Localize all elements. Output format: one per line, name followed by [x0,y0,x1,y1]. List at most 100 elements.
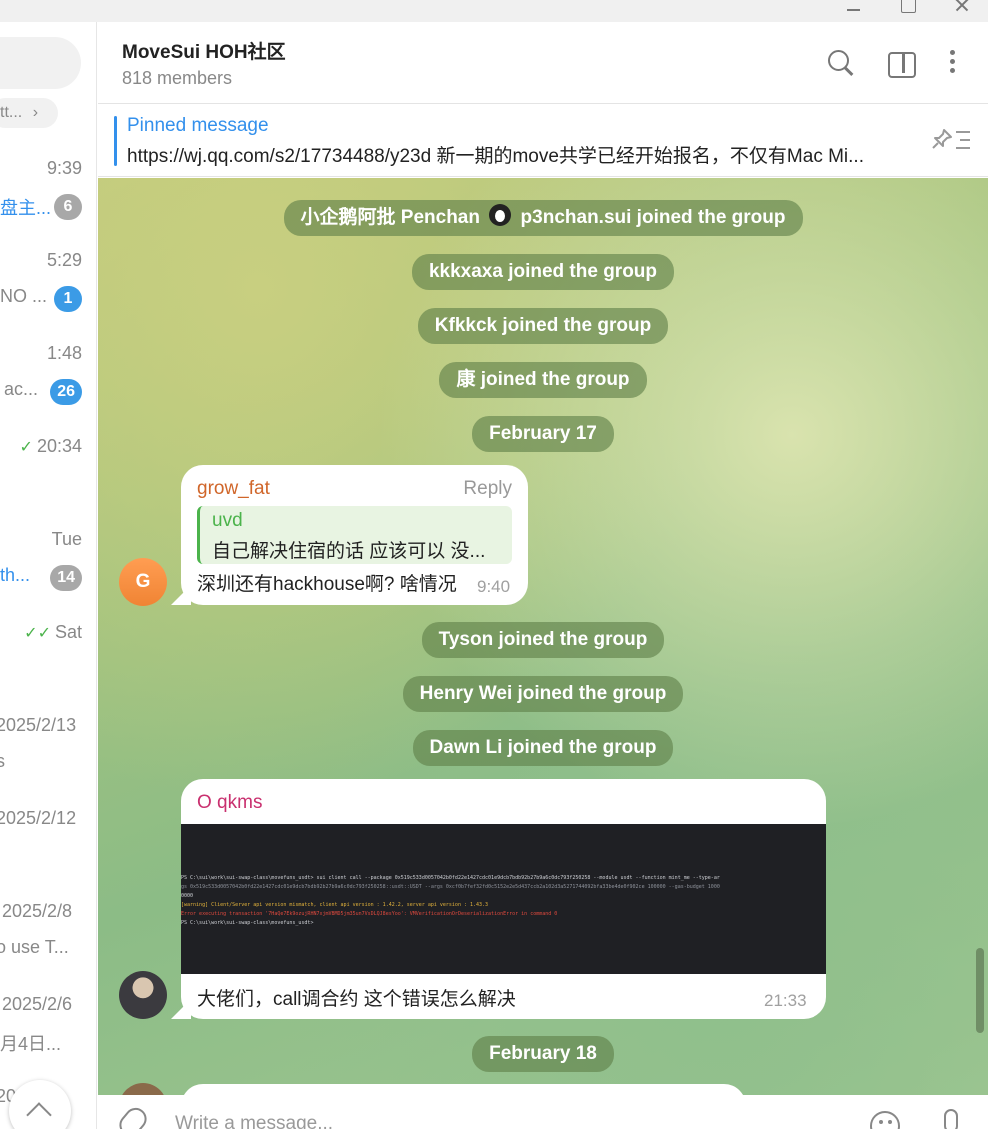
terminal-line: PS C:\sui\work\sui-swap-class\movefuns_u… [181,875,720,881]
chat-preview: th... [0,565,31,585]
penguin-emoji-icon [489,204,512,226]
service-pill: Henry Wei joined the group [402,676,684,712]
chat-time: 5:29 [46,250,82,270]
chat-date: 2025/2/8 [2,901,73,921]
service-rest: p3nchan.sui joined the group [520,207,786,228]
chat-time: ✓✓ Sat [24,622,82,643]
date-pill: February 18 [472,1036,614,1072]
sender-name[interactable]: O qkms [197,792,262,814]
date-pill: February 17 [472,416,614,452]
search-icon[interactable] [826,48,856,78]
reply-button[interactable]: Reply [463,478,512,500]
service-message: Dawn Li joined the group [98,730,988,766]
screenshot-image[interactable]: PS C:\sui\work\sui-swap-class\movefuns_u… [181,824,826,974]
pinned-message-bar[interactable]: Pinned message https://wj.qq.com/s2/1773… [98,105,988,177]
chat-preview: o use T... [0,937,69,957]
service-pill: Kfkkck joined the group [417,308,669,344]
chat-list-item[interactable]: 1:48 ac... 26 [0,343,96,435]
chat-list-item[interactable]: Tue th... 14 [0,529,96,621]
message-input[interactable] [175,1113,775,1129]
avatar[interactable] [119,971,167,1019]
service-message: 康 joined the group [98,362,988,398]
service-pill: 小企鹅阿批 Penchan p3nchan.sui joined the gro… [283,200,803,236]
service-pill: Tyson joined the group [421,622,665,658]
chat-preview: s [0,751,46,772]
chat-list-item[interactable]: 2025/2/12 [0,808,96,900]
message-bubble[interactable] [181,1084,746,1095]
folder-chip[interactable]: tt... › [0,98,58,128]
service-message: Kfkkck joined the group [98,308,988,344]
chat-date: 2025/2/6 [2,994,73,1014]
chat-time-value: 20:34 [36,436,82,456]
chat-list-item[interactable]: ✓ 20:34 [0,436,96,528]
service-message: Henry Wei joined the group [98,676,988,712]
chat-preview: NO ... [0,286,48,306]
terminal-line: Error executing transaction '7HaQe7Ek9oz… [181,911,558,917]
message-bubble[interactable]: grow_fat Reply uvd 自己解决住宿的话 应该可以 没... 深圳… [181,465,528,605]
pinned-label: Pinned message [127,115,269,136]
chat-preview: 盘主... [0,198,50,218]
chat-date: 2025/2/12 [0,808,77,828]
quote-sender: uvd [212,510,243,531]
avatar[interactable] [119,1083,167,1095]
chat-messages-area[interactable]: 小企鹅阿批 Penchan p3nchan.sui joined the gro… [98,178,988,1095]
chevron-right-icon: › [32,104,39,121]
unread-badge: 6 [54,194,82,220]
terminal-line: PS C:\sui\work\sui-swap-class\movefuns_u… [181,920,314,926]
service-name: 小企鹅阿批 Penchan [300,207,480,228]
service-message: kkkxaxa joined the group [98,254,988,290]
pinned-indicator [114,116,117,166]
chat-time-value: Sat [54,622,82,642]
folder-label: tt... [0,104,23,121]
unread-badge: 1 [54,286,82,312]
unread-badge: 14 [50,565,82,591]
chat-list-item[interactable]: 9:39 盘主... 6 [0,158,96,250]
microphone-icon[interactable] [944,1109,958,1129]
chat-list-item[interactable]: 2025/2/13 s [0,715,96,807]
sender-name[interactable]: grow_fat [197,478,270,500]
window-title-bar [0,0,988,22]
emoji-icon[interactable] [870,1111,900,1129]
chat-header[interactable]: MoveSui HOH社区 818 members [98,22,988,104]
double-check-icon: ✓✓ [24,625,51,642]
date-separator: February 17 [98,416,988,452]
avatar[interactable]: G [119,558,167,606]
chat-scrollbar[interactable] [976,178,984,1095]
read-check-icon: ✓ [19,439,33,456]
unread-badge: 26 [50,379,82,405]
chat-preview: 月4日... [0,1034,62,1054]
attach-icon[interactable] [114,1103,152,1129]
quote-text: 自己解决住宿的话 应该可以 没... [212,541,486,562]
chat-preview: ac... [4,379,39,399]
message-text: 大佬们，call调合约 这个错误怎么解决 [197,989,516,1010]
service-message: Tyson joined the group [98,622,988,658]
search-input[interactable] [0,37,81,89]
chat-title: MoveSui HOH社区 [122,42,286,63]
close-icon[interactable] [952,0,972,14]
terminal-line: [warning] Client/Server api version mism… [181,902,489,908]
chat-time: ✓ 20:34 [20,436,82,457]
message-time: 9:40 [477,577,511,596]
terminal-line: 0000 [181,893,194,899]
pinned-text: https://wj.qq.com/s2/17734488/y23d 新一期的m… [127,146,864,167]
maximize-icon[interactable] [898,0,918,14]
chat-date: 2025/2/13 [0,715,77,735]
message-text: 深圳还有hackhouse啊? 啥情况 [197,574,457,595]
chat-list-item[interactable]: ✓✓ Sat [0,622,96,714]
more-vertical-icon[interactable] [938,48,968,78]
terminal-line: gs 0x519c533d0057042b0fd22e1427cdc01e9dc… [181,884,720,890]
chat-list-item[interactable]: 5:29 NO ... 1 [0,250,96,342]
message-composer [98,1095,988,1129]
sidebar-panel-icon[interactable] [886,48,916,78]
reply-quote[interactable]: uvd 自己解决住宿的话 应该可以 没... [197,506,512,564]
chat-time: 9:39 [46,158,82,178]
chat-list-sidebar: tt... › 9:39 盘主... 6 5:29 NO ... 1 1:48 … [0,22,97,1129]
chat-time: Tue [51,529,82,549]
chat-list-item[interactable]: 2025/2/8 o use T... [0,901,96,993]
minimize-icon[interactable] [844,0,864,14]
scrollbar-thumb[interactable] [976,948,984,1033]
message-bubble[interactable]: O qkms PS C:\sui\work\sui-swap-class\mov… [181,779,826,1019]
chat-list-item[interactable]: 2025/2/6 月4日... [0,994,96,1086]
chat-time: 1:48 [46,343,82,363]
pin-list-icon[interactable] [930,125,974,155]
